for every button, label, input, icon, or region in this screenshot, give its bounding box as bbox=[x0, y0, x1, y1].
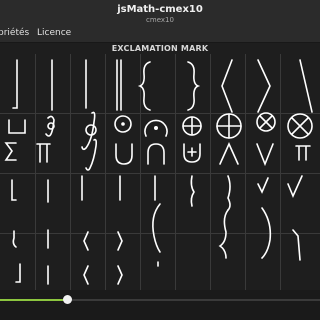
selected-glyph-name: EXCLAMATION MARK bbox=[111, 44, 209, 53]
glyph-cell-sum[interactable] bbox=[4, 142, 17, 161]
glyph-cell-radical[interactable] bbox=[257, 177, 269, 194]
glyph-cell-double-bar[interactable] bbox=[116, 59, 122, 111]
glyph-cell-brace-left[interactable] bbox=[137, 61, 151, 111]
glyph-cell-prod[interactable] bbox=[36, 143, 51, 163]
glyph-cell-brace-left-large[interactable] bbox=[218, 209, 229, 259]
glyph-cell-angle-small[interactable] bbox=[83, 231, 89, 251]
zoom-slider-track[interactable] bbox=[68, 299, 320, 301]
glyph-cell-wedge[interactable] bbox=[219, 142, 239, 165]
glyph-cell-bigcup[interactable] bbox=[115, 143, 133, 165]
glyph-cell-paren-left[interactable] bbox=[152, 203, 161, 253]
menu-bar: priétés Licence bbox=[0, 26, 320, 43]
glyph-cell-radical-tall[interactable] bbox=[292, 229, 301, 261]
menu-item-properties[interactable]: priétés bbox=[0, 28, 29, 38]
glyph-cell-odot[interactable] bbox=[114, 115, 132, 133]
glyph-grid bbox=[0, 54, 320, 290]
window-title: jsMath-cmex10 bbox=[117, 4, 203, 15]
window-subtitle: cmex10 bbox=[146, 16, 174, 24]
glyph-cell-angle-tiny-2[interactable] bbox=[117, 265, 123, 285]
glyph-cell-bracket-left[interactable] bbox=[12, 59, 18, 109]
title-bar: jsMath-cmex10 cmex10 bbox=[0, 0, 320, 26]
glyph-cell-otimes[interactable] bbox=[256, 112, 276, 132]
glyph-cell-radical-large[interactable] bbox=[287, 175, 303, 199]
glyph-cell-odot-large[interactable] bbox=[144, 119, 168, 137]
glyph-cell-paren-right-large[interactable] bbox=[261, 207, 272, 259]
glyph-cell-uplus[interactable] bbox=[183, 143, 201, 163]
menu-item-license[interactable]: Licence bbox=[37, 28, 71, 38]
glyph-cell-oplus[interactable] bbox=[182, 116, 202, 136]
glyph-cell-bracket-small[interactable] bbox=[15, 263, 21, 283]
glyph-cell-bracket-piece[interactable] bbox=[11, 179, 17, 201]
glyph-cells bbox=[4, 59, 313, 285]
glyph-cell-brace-piece-2[interactable] bbox=[227, 175, 231, 211]
glyph-cell-brace-right[interactable] bbox=[187, 61, 201, 111]
glyph-cell-vee[interactable] bbox=[256, 143, 274, 167]
glyph-cell-oint-large[interactable] bbox=[81, 111, 97, 151]
footer-bar bbox=[0, 290, 320, 320]
glyph-cell-slash[interactable] bbox=[299, 59, 313, 113]
glyph-cell-angle-small-2[interactable] bbox=[117, 231, 123, 251]
glyph-cell-angle-tiny[interactable] bbox=[83, 265, 89, 285]
zoom-slider-handle[interactable] bbox=[63, 295, 72, 304]
glyph-cell-brace-piece[interactable] bbox=[190, 175, 195, 207]
glyph-cell-sqcup[interactable] bbox=[8, 119, 26, 134]
glyph-cell-otimes-large[interactable] bbox=[287, 113, 313, 139]
glyph-cell-coprod[interactable] bbox=[295, 145, 311, 161]
zoom-slider-fill bbox=[0, 299, 68, 301]
glyph-cell-oint[interactable] bbox=[45, 115, 55, 137]
glyph-cell-angle-right[interactable] bbox=[257, 59, 271, 113]
glyph-cell-tick[interactable] bbox=[12, 230, 17, 248]
glyph-cell-bigcap[interactable] bbox=[147, 143, 165, 165]
glyph-cell-oplus-large[interactable] bbox=[216, 113, 242, 139]
glyph-cell-angle-left[interactable] bbox=[221, 59, 233, 113]
